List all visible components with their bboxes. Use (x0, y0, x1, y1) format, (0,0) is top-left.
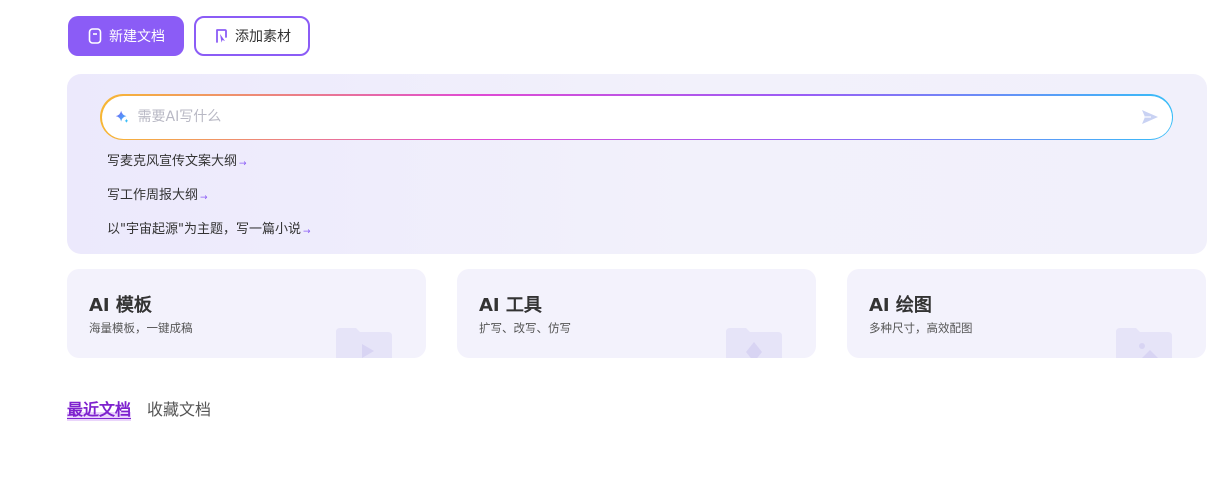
ai-template-card[interactable]: AI 模板 海量模板，一键成稿 (67, 269, 426, 358)
card-title: AI 工具 (479, 295, 542, 316)
arrow-right-icon: → (239, 159, 247, 169)
card-description: 多种尺寸，高效配图 (869, 321, 973, 335)
suggestion-item[interactable]: 以"宇宙起源"为主题，写一篇小说 → (107, 220, 311, 254)
ai-input-box (100, 94, 1173, 140)
suggestion-text: 写麦克风宣传文案大纲 (107, 154, 238, 169)
new-document-button[interactable]: 新建文档 (68, 16, 184, 56)
top-toolbar: 新建文档 添加素材 (68, 16, 310, 56)
image-icon (1116, 328, 1172, 358)
card-description: 扩写、改写、仿写 (479, 321, 571, 335)
suggestion-item[interactable]: 写工作周报大纲 → (107, 186, 311, 220)
document-tabs: 最近文档 收藏文档 (67, 399, 211, 421)
suggestion-text: 写工作周报大纲 (107, 188, 199, 203)
ai-tools-card[interactable]: AI 工具 扩写、改写、仿写 (457, 269, 816, 358)
suggestion-text: 以"宇宙起源"为主题，写一篇小说 (107, 222, 301, 237)
template-icon (336, 328, 392, 358)
ai-writing-panel: 写麦克风宣传文案大纲 → 写工作周报大纲 → 以"宇宙起源"为主题，写一篇小说 … (67, 74, 1207, 254)
tools-icon (726, 328, 782, 358)
card-title: AI 绘图 (869, 295, 932, 316)
suggestion-item[interactable]: 写麦克风宣传文案大纲 → (107, 152, 311, 186)
arrow-right-icon: → (200, 193, 208, 203)
sparkle-icon (114, 109, 130, 125)
ai-drawing-card[interactable]: AI 绘图 多种尺寸，高效配图 (847, 269, 1206, 358)
document-icon (87, 28, 103, 44)
card-title: AI 模板 (89, 295, 152, 316)
add-material-button[interactable]: 添加素材 (194, 16, 310, 56)
arrow-right-icon: → (302, 227, 311, 237)
tab-recent-documents[interactable]: 最近文档 (67, 399, 132, 421)
ai-prompt-input[interactable] (135, 108, 1134, 126)
ai-input-inner (101, 95, 1172, 139)
new-document-label: 新建文档 (109, 29, 165, 45)
cursor-icon (213, 28, 229, 44)
feature-cards: AI 模板 海量模板，一键成稿 AI 工具 扩写、改写、仿写 AI 绘图 多种尺… (67, 269, 1206, 358)
tab-favorite-documents[interactable]: 收藏文档 (147, 399, 211, 421)
add-material-label: 添加素材 (235, 29, 291, 45)
card-description: 海量模板，一键成稿 (89, 321, 193, 335)
suggestion-list: 写麦克风宣传文案大纲 → 写工作周报大纲 → 以"宇宙起源"为主题，写一篇小说 … (107, 152, 311, 254)
send-icon[interactable] (1140, 107, 1160, 127)
